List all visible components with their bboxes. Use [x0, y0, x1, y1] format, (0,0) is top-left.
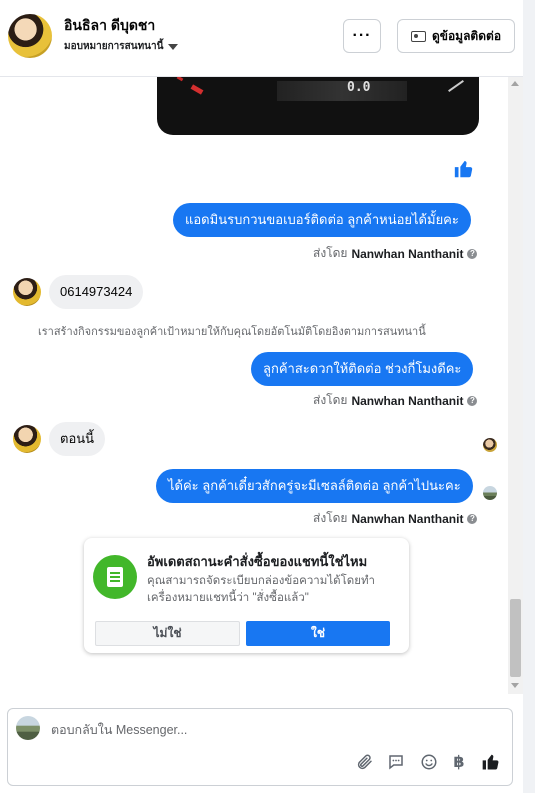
- outgoing-message[interactable]: ลูกค้าสะดวกให้ติดต่อ ช่วงกี่โมงดีคะ: [251, 352, 474, 386]
- more-icon: ···: [352, 27, 372, 44]
- page-avatar: [16, 716, 40, 740]
- sent-by-info: ส่งโดย Nanwhan Nanthanit?: [313, 509, 478, 528]
- help-icon[interactable]: ?: [467, 248, 478, 259]
- image-message[interactable]: 0.0: [157, 77, 479, 135]
- yes-button[interactable]: ใช่: [246, 621, 390, 646]
- emoji-icon[interactable]: [418, 751, 440, 773]
- contact-avatar-small: [13, 278, 41, 306]
- saved-replies-icon[interactable]: [385, 751, 407, 773]
- scroll-up-icon[interactable]: [511, 81, 519, 86]
- order-prompt-description: คุณสามารถจัดระเบียบกล่องข้อความได้โดยทำ …: [147, 575, 376, 604]
- page-edge: [523, 0, 535, 793]
- order-prompt-title: อัพเดตสถานะคำสั่งซื้อของแชทนี้ใช่ไหม: [147, 554, 368, 569]
- outgoing-message[interactable]: ได้ค่ะ ลูกค้าเดี๋ยวสักครู่จะมีเซลล์ติดต่…: [156, 469, 473, 503]
- image-readout: 0.0: [347, 80, 371, 95]
- sent-by-info: ส่งโดย Nanwhan Nanthanit?: [313, 244, 478, 263]
- contact-name[interactable]: อินธิลา ดีบุดชา: [64, 15, 155, 37]
- outgoing-message[interactable]: แอดมินรบกวนขอเบอร์ติดต่อ ลูกค้าหน่อยได้ม…: [173, 203, 471, 237]
- seen-indicator: [483, 486, 497, 500]
- conversation-header: อินธิลา ดีบุดชา มอบหมายการสนทนานี้ ··· ด…: [0, 0, 523, 77]
- contact-card-icon: [410, 30, 426, 42]
- incoming-message[interactable]: ตอนนี้: [49, 422, 106, 456]
- like-send-icon[interactable]: [480, 751, 502, 773]
- help-icon[interactable]: ?: [467, 513, 478, 524]
- lead-activity-notice: เราสร้างกิจกรรมของลูกค้าเป้าหมายให้กับคุ…: [38, 326, 426, 338]
- reply-composer: ฿: [7, 708, 513, 786]
- assign-label: มอบหมายการสนทนานี้: [64, 41, 164, 52]
- reply-input[interactable]: [51, 721, 491, 739]
- contact-avatar[interactable]: [8, 14, 52, 58]
- no-button[interactable]: ไม่ใช่: [95, 621, 240, 646]
- seen-indicator: [483, 438, 497, 452]
- like-icon: [454, 160, 473, 178]
- help-icon[interactable]: ?: [467, 395, 478, 406]
- caret-down-icon: [168, 43, 179, 50]
- baht-icon[interactable]: ฿: [448, 751, 470, 773]
- order-doc-icon: [93, 555, 137, 599]
- assign-conversation-dropdown[interactable]: มอบหมายการสนทนานี้: [64, 39, 179, 54]
- view-contact-button[interactable]: ดูข้อมูลติดต่อ: [397, 19, 515, 53]
- incoming-message[interactable]: 0614973424: [49, 275, 144, 309]
- attachment-icon[interactable]: [354, 751, 376, 773]
- more-options-button[interactable]: ···: [343, 19, 381, 53]
- messenger-inbox: อินธิลา ดีบุดชา มอบหมายการสนทนานี้ ··· ด…: [0, 0, 535, 793]
- scroll-down-icon[interactable]: [511, 683, 519, 688]
- scroll-thumb[interactable]: [510, 599, 521, 677]
- sent-by-info: ส่งโดย Nanwhan Nanthanit?: [313, 391, 478, 410]
- contact-avatar-small: [13, 425, 41, 453]
- order-status-prompt: อัพเดตสถานะคำสั่งซื้อของแชทนี้ใช่ไหม คุณ…: [84, 538, 409, 653]
- view-contact-label: ดูข้อมูลติดต่อ: [431, 28, 502, 43]
- message-scrollbar[interactable]: [508, 77, 523, 694]
